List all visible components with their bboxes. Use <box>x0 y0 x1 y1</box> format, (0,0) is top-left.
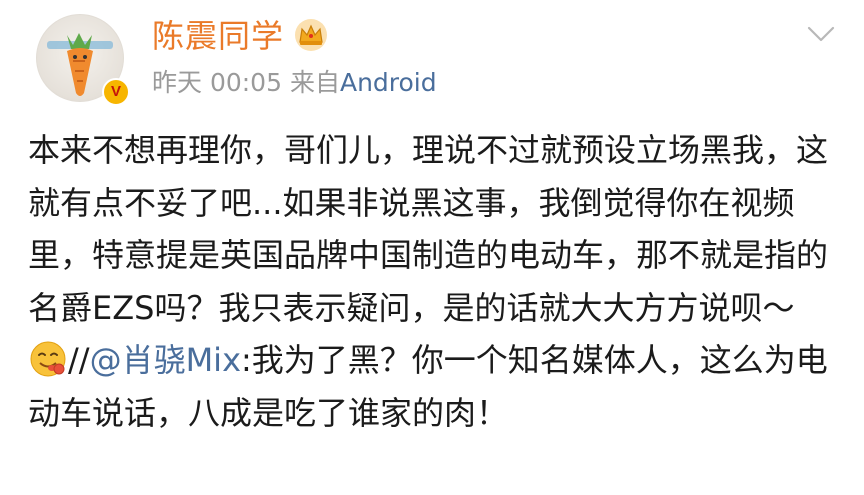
verified-badge: V <box>102 78 130 106</box>
source-prefix: 来自 <box>289 68 340 97</box>
source-link[interactable]: Android <box>340 68 437 97</box>
repost-separator: // <box>68 341 90 379</box>
chevron-down-icon[interactable] <box>806 24 836 44</box>
post-time: 昨天 00:05 <box>152 68 282 97</box>
username[interactable]: 陈震同学 <box>152 14 284 58</box>
crown-icon <box>295 19 327 51</box>
mention-link[interactable]: @肖骁Mix <box>90 341 241 379</box>
avatar[interactable]: V <box>36 14 130 106</box>
weibo-post: V 陈震同学 昨天 00:05 来自Android 本来不想再理你，哥们儿，理说… <box>0 0 864 495</box>
post-meta: 昨天 00:05 来自Android <box>152 66 437 100</box>
yummy-face-emoji-icon <box>30 341 66 377</box>
post-text-main: 本来不想再理你，哥们儿，理说不过就预设立场黑我，这就有点不妥了吧...如果非说黑… <box>28 131 829 327</box>
post-content: 本来不想再理你，哥们儿，理说不过就预设立场黑我，这就有点不妥了吧...如果非说黑… <box>28 124 828 439</box>
